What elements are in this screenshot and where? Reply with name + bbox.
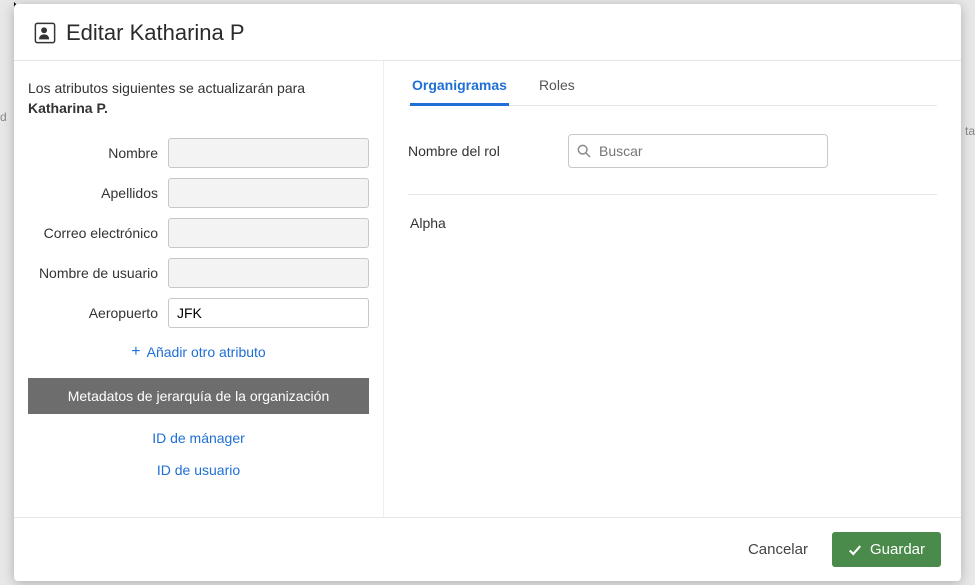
field-email: Correo electrónico xyxy=(28,218,369,248)
cancel-button[interactable]: Cancelar xyxy=(742,533,814,566)
role-search-row: Nombre del rol xyxy=(408,134,937,168)
add-attribute-label: Añadir otro atributo xyxy=(147,344,266,360)
field-surname: Apellidos xyxy=(28,178,369,208)
email-input[interactable] xyxy=(168,218,369,248)
modal-footer: Cancelar Guardar xyxy=(14,517,961,581)
role-name-label: Nombre del rol xyxy=(408,143,568,159)
intro-subject: Katharina P. xyxy=(28,100,108,116)
role-divider xyxy=(408,194,937,195)
edit-user-modal: Editar Katharina P Los atributos siguien… xyxy=(14,4,961,581)
check-icon xyxy=(848,543,862,557)
org-metadata-header: Metadatos de jerarquía de la organizació… xyxy=(28,378,369,414)
airport-input[interactable] xyxy=(168,298,369,328)
plus-icon: + xyxy=(131,344,140,360)
field-name: Nombre xyxy=(28,138,369,168)
username-input[interactable] xyxy=(168,258,369,288)
user-edit-icon xyxy=(34,22,56,44)
user-id-link[interactable]: ID de usuario xyxy=(28,462,369,478)
surname-input[interactable] xyxy=(168,178,369,208)
name-input[interactable] xyxy=(168,138,369,168)
tab-roles[interactable]: Roles xyxy=(537,77,577,106)
field-airport: Aeropuerto xyxy=(28,298,369,328)
modal-body: Los atributos siguientes se actualizarán… xyxy=(14,61,961,517)
roles-pane: Organigramas Roles Nombre del rol Alpha xyxy=(384,61,961,517)
username-label: Nombre de usuario xyxy=(28,265,168,281)
save-button[interactable]: Guardar xyxy=(832,532,941,567)
background-fragment-right: ta xyxy=(965,124,975,138)
surname-label: Apellidos xyxy=(28,185,168,201)
intro-prefix: Los atributos siguientes se actualizarán… xyxy=(28,80,305,96)
add-attribute-button[interactable]: + Añadir otro atributo xyxy=(28,344,369,360)
role-item[interactable]: Alpha xyxy=(408,209,937,237)
name-label: Nombre xyxy=(28,145,168,161)
modal-header: Editar Katharina P xyxy=(14,4,961,61)
intro-text: Los atributos siguientes se actualizarán… xyxy=(28,79,369,118)
field-username: Nombre de usuario xyxy=(28,258,369,288)
role-search-input[interactable] xyxy=(568,134,828,168)
tab-orgcharts[interactable]: Organigramas xyxy=(410,77,509,106)
search-icon xyxy=(576,143,592,159)
email-label: Correo electrónico xyxy=(28,225,168,241)
modal-title: Editar Katharina P xyxy=(66,20,245,46)
tabs: Organigramas Roles xyxy=(408,71,937,106)
background-fragment-left: d xyxy=(0,110,7,124)
airport-label: Aeropuerto xyxy=(28,305,168,321)
manager-id-link[interactable]: ID de mánager xyxy=(28,430,369,446)
attributes-pane: Los atributos siguientes se actualizarán… xyxy=(14,61,384,517)
search-wrap xyxy=(568,134,828,168)
save-label: Guardar xyxy=(870,541,925,558)
